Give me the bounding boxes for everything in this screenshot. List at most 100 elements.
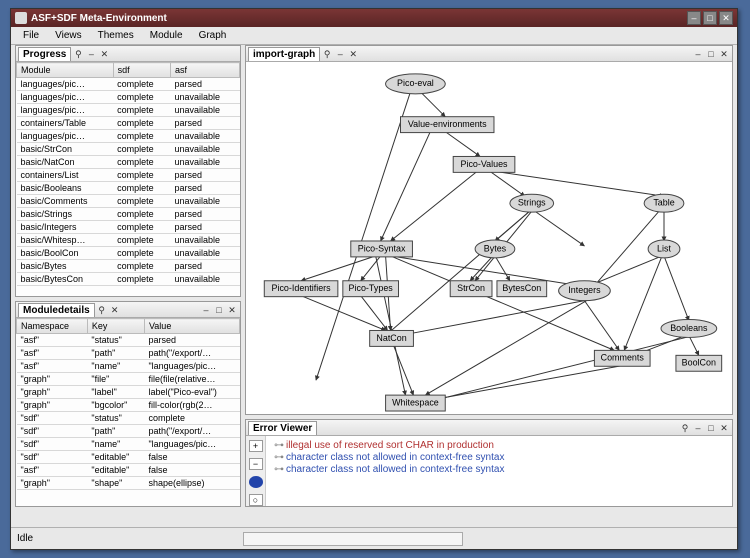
- node-table[interactable]: Table: [644, 194, 684, 212]
- table-row[interactable]: "asf""status"parsed: [17, 334, 240, 347]
- table-row[interactable]: basic/Whitesp…completeunavailable: [17, 234, 240, 247]
- close2-icon[interactable]: ✕: [226, 304, 238, 316]
- min-icon[interactable]: –: [85, 48, 97, 60]
- node-pico-syntax[interactable]: Pico-Syntax: [351, 241, 413, 257]
- progress-body[interactable]: Modulesdfasflanguages/pic…completeparsed…: [16, 62, 240, 296]
- table-row[interactable]: "asf""name""languages/pic…: [17, 360, 240, 373]
- table-row[interactable]: languages/pic…completeparsed: [17, 78, 240, 91]
- close-button[interactable]: ✕: [719, 11, 733, 25]
- main-window: ASF+SDF Meta-Environment – □ ✕ File View…: [10, 8, 738, 550]
- error-viewer-header[interactable]: Error Viewer ⚲ – □ ✕: [246, 420, 732, 436]
- maximize-button[interactable]: □: [703, 11, 717, 25]
- status-progress: [243, 532, 463, 546]
- column-header[interactable]: Key: [87, 319, 144, 334]
- table-row[interactable]: basic/BytesConcompleteunavailable: [17, 273, 240, 286]
- column-header[interactable]: asf: [171, 63, 240, 78]
- table-row[interactable]: basic/Booleanscompleteparsed: [17, 182, 240, 195]
- record-icon[interactable]: [249, 476, 263, 488]
- node-value-environments[interactable]: Value-environments: [401, 117, 494, 133]
- menu-graph[interactable]: Graph: [191, 28, 235, 43]
- node-strings[interactable]: Strings: [510, 194, 554, 212]
- moduledetails-panel: Moduledetails ⚲ ✕ – □ ✕ NamespaceKeyValu…: [15, 301, 241, 507]
- table-row[interactable]: basic/Integerscompleteparsed: [17, 221, 240, 234]
- column-header[interactable]: Namespace: [17, 319, 88, 334]
- table-row[interactable]: basic/BoolConcompleteunavailable: [17, 247, 240, 260]
- table-row[interactable]: "graph""file"file(file(relative…: [17, 373, 240, 386]
- table-row[interactable]: basic/Bytescompleteparsed: [17, 260, 240, 273]
- import-graph-header[interactable]: import-graph ⚲ – ✕ – □ ✕: [246, 46, 732, 62]
- node-natcon[interactable]: NatCon: [370, 330, 414, 346]
- table-row[interactable]: basic/Stringscompleteparsed: [17, 208, 240, 221]
- error-messages[interactable]: ⊶illegal use of reserved sort CHAR in pr…: [266, 436, 732, 506]
- table-row[interactable]: containers/Tablecompleteparsed: [17, 117, 240, 130]
- option-icon[interactable]: ○: [249, 494, 263, 506]
- table-row[interactable]: "sdf""editable"false: [17, 451, 240, 464]
- table-row[interactable]: basic/StrConcompleteunavailable: [17, 143, 240, 156]
- graph-canvas[interactable]: Pico-eval Value-environments Pico-Values…: [246, 62, 732, 414]
- titlebar[interactable]: ASF+SDF Meta-Environment – □ ✕: [11, 9, 737, 27]
- panel-close-icon[interactable]: ✕: [718, 48, 730, 60]
- table-row[interactable]: "graph""label"label("Pico-eval"): [17, 386, 240, 399]
- panel-min-icon[interactable]: –: [692, 48, 704, 60]
- zoom-out-icon[interactable]: −: [249, 458, 263, 470]
- close-icon[interactable]: ✕: [109, 304, 121, 316]
- node-comments[interactable]: Comments: [594, 350, 650, 366]
- node-pico-values[interactable]: Pico-Values: [453, 156, 515, 172]
- max-icon[interactable]: □: [213, 304, 225, 316]
- pin-icon[interactable]: ⚲: [72, 48, 84, 60]
- error-message[interactable]: ⊶illegal use of reserved sort CHAR in pr…: [274, 440, 724, 451]
- column-header[interactable]: sdf: [113, 63, 170, 78]
- table-row[interactable]: containers/Listcompleteparsed: [17, 169, 240, 182]
- error-viewer-panel: Error Viewer ⚲ – □ ✕ + − ○ ⊶illegal use …: [245, 419, 733, 507]
- node-pico-types[interactable]: Pico-Types: [343, 281, 399, 297]
- table-row[interactable]: basic/Commentscompleteunavailable: [17, 195, 240, 208]
- table-row[interactable]: languages/pic…completeunavailable: [17, 130, 240, 143]
- moduledetails-body[interactable]: NamespaceKeyValue"asf""status"parsed"asf…: [16, 318, 240, 506]
- min-icon[interactable]: –: [692, 422, 704, 434]
- node-bytes[interactable]: Bytes: [475, 240, 515, 258]
- column-header[interactable]: Value: [144, 319, 239, 334]
- node-bytescon[interactable]: BytesCon: [497, 281, 547, 297]
- menu-module[interactable]: Module: [142, 28, 191, 43]
- zoom-in-icon[interactable]: +: [249, 440, 263, 452]
- table-row[interactable]: "sdf""path"path("/export/…: [17, 425, 240, 438]
- min-icon[interactable]: –: [334, 48, 346, 60]
- node-list[interactable]: List: [648, 240, 680, 258]
- table-row[interactable]: "sdf""name""languages/pic…: [17, 438, 240, 451]
- progress-header[interactable]: Progress ⚲ – ✕: [16, 46, 240, 62]
- menu-themes[interactable]: Themes: [90, 28, 142, 43]
- node-pico-eval[interactable]: Pico-eval: [386, 74, 446, 94]
- table-row[interactable]: "graph""bgcolor"fill-color(rgb(2…: [17, 399, 240, 412]
- node-pico-identifiers[interactable]: Pico-Identifiers: [264, 281, 338, 297]
- error-message[interactable]: ⊶character class not allowed in context-…: [274, 452, 724, 463]
- table-row[interactable]: "graph""shape"shape(ellipse): [17, 477, 240, 490]
- minimize-button[interactable]: –: [687, 11, 701, 25]
- svg-text:Pico-Syntax: Pico-Syntax: [358, 243, 406, 253]
- node-booleans[interactable]: Booleans: [661, 320, 717, 338]
- menu-views[interactable]: Views: [47, 28, 90, 43]
- column-header[interactable]: Module: [17, 63, 114, 78]
- node-strcon[interactable]: StrCon: [450, 281, 492, 297]
- pin-icon[interactable]: ⚲: [679, 422, 691, 434]
- table-row[interactable]: "asf""editable"false: [17, 464, 240, 477]
- pin-icon[interactable]: ⚲: [321, 48, 333, 60]
- table-row[interactable]: "sdf""status"complete: [17, 412, 240, 425]
- table-row[interactable]: "asf""path"path("/export/…: [17, 347, 240, 360]
- error-message[interactable]: ⊶character class not allowed in context-…: [274, 464, 724, 475]
- table-row[interactable]: basic/NatConcompleteunavailable: [17, 156, 240, 169]
- node-whitespace[interactable]: Whitespace: [386, 395, 446, 411]
- table-row[interactable]: languages/pic…completeunavailable: [17, 104, 240, 117]
- node-boolcon[interactable]: BoolCon: [676, 355, 722, 371]
- panel-max-icon[interactable]: □: [705, 48, 717, 60]
- close-icon[interactable]: ✕: [718, 422, 730, 434]
- moduledetails-header[interactable]: Moduledetails ⚲ ✕ – □ ✕: [16, 302, 240, 318]
- close-icon[interactable]: ✕: [98, 48, 110, 60]
- import-graph-body[interactable]: Pico-eval Value-environments Pico-Values…: [246, 62, 732, 414]
- close-icon[interactable]: ✕: [347, 48, 359, 60]
- menu-file[interactable]: File: [15, 28, 47, 43]
- table-row[interactable]: languages/pic…completeunavailable: [17, 91, 240, 104]
- node-integers[interactable]: Integers: [559, 281, 611, 301]
- pin-icon[interactable]: ⚲: [96, 304, 108, 316]
- min-icon[interactable]: –: [200, 304, 212, 316]
- max-icon[interactable]: □: [705, 422, 717, 434]
